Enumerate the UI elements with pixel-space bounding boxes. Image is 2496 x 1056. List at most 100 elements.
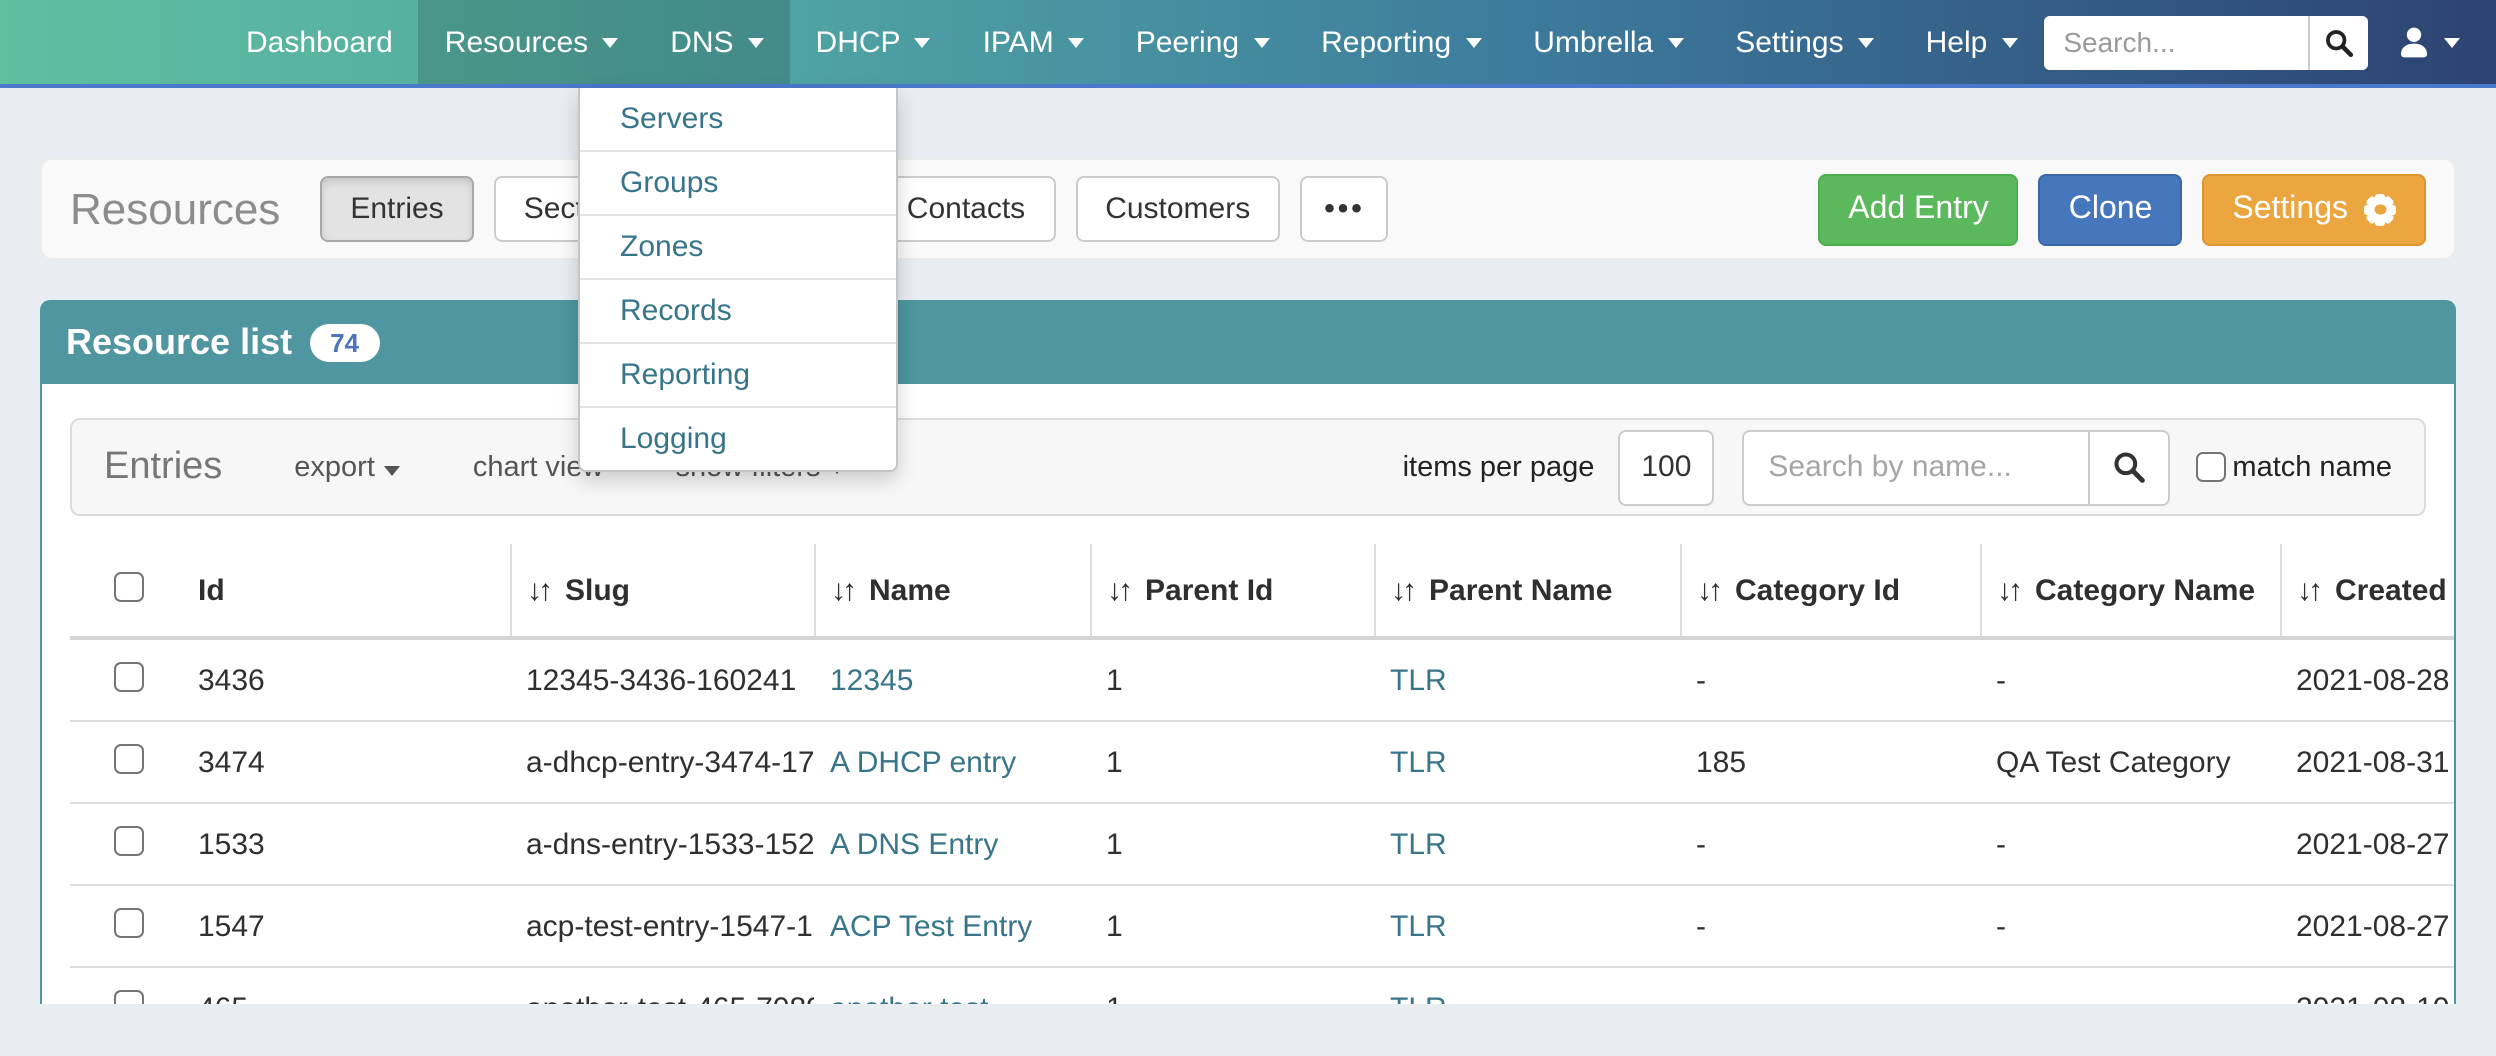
parent-name-link[interactable]: TLR — [1390, 909, 1447, 943]
row-checkbox[interactable] — [114, 661, 144, 691]
sort-icon: ↓↑ — [1107, 573, 1129, 607]
cell-id: 3474 — [182, 721, 510, 803]
app: Dashboard Resources DNS DHCP IPAM Peerin… — [0, 0, 2496, 1056]
entry-name-link[interactable]: 12345 — [830, 663, 913, 697]
column-header-parent-id[interactable]: ↓↑Parent Id — [1090, 544, 1374, 638]
dns-menu-item-records[interactable]: Records — [580, 280, 896, 344]
search-icon — [2112, 450, 2146, 484]
cell-id: 1533 — [182, 803, 510, 885]
nav-item-peering[interactable]: Peering — [1110, 0, 1295, 84]
nav-item-help[interactable]: Help — [1900, 0, 2044, 84]
row-checkbox[interactable] — [114, 743, 144, 773]
cell-category-id: - — [1680, 967, 1980, 1004]
dns-menu-item-logging[interactable]: Logging — [580, 408, 896, 470]
dns-menu-item-servers[interactable]: Servers — [580, 88, 896, 152]
user-menu[interactable] — [2396, 26, 2460, 58]
nav-item-umbrella[interactable]: Umbrella — [1507, 0, 1709, 84]
cell-created: 2021-08-28 00 — [2280, 638, 2456, 721]
cell-parent-id: 1 — [1090, 721, 1374, 803]
cell-created: 2021-08-10 17 — [2280, 967, 2456, 1004]
row-checkbox[interactable] — [114, 825, 144, 855]
navbar-search-input[interactable] — [2043, 15, 2307, 69]
column-header-category-name[interactable]: ↓↑Category Name — [1980, 544, 2280, 638]
list-heading: Entries — [104, 445, 222, 489]
list-controls: Entries export chart view show filters +… — [70, 418, 2426, 516]
nav-item-settings[interactable]: Settings — [1709, 0, 1899, 84]
nav-item-dhcp[interactable]: DHCP — [790, 0, 957, 84]
cell-created: 2021-08-27 01 — [2280, 885, 2456, 967]
navbar-search-button[interactable] — [2307, 15, 2368, 69]
count-badge: 74 — [310, 323, 379, 361]
caret-down-icon — [2444, 37, 2460, 47]
parent-name-link[interactable]: TLR — [1390, 827, 1447, 861]
entry-name-link[interactable]: another test — [830, 991, 988, 1004]
nav-item-resources[interactable]: Resources — [419, 0, 644, 84]
toolbar-actions: Add Entry Clone Settings — [1798, 173, 2426, 245]
dns-menu-item-groups[interactable]: Groups — [580, 152, 896, 216]
parent-name-link[interactable]: TLR — [1390, 745, 1447, 779]
match-name-label: match name — [2232, 451, 2392, 483]
export-dropdown[interactable]: export — [294, 451, 401, 483]
cell-created: 2021-08-31 18 — [2280, 721, 2456, 803]
column-header-name[interactable]: ↓↑Name — [814, 544, 1090, 638]
more-tabs-button[interactable]: ••• — [1300, 176, 1389, 242]
cell-category-name: - — [1980, 638, 2280, 721]
cell-slug: a-dns-entry-1533-152... — [510, 803, 814, 885]
cell-parent-id: 1 — [1090, 803, 1374, 885]
sort-icon: ↓↑ — [1391, 573, 1413, 607]
settings-button[interactable]: Settings — [2202, 173, 2426, 245]
dns-dropdown-menu: Servers Groups Zones Records Reporting L… — [578, 88, 898, 472]
dns-menu-item-zones[interactable]: Zones — [580, 216, 896, 280]
caret-down-icon — [748, 37, 764, 47]
page-title: Resources — [70, 183, 280, 235]
gear-icon — [2364, 193, 2396, 225]
nav-item-dns[interactable]: DNS — [644, 0, 789, 84]
column-header-parent-name[interactable]: ↓↑Parent Name — [1374, 544, 1680, 638]
nav-item-dashboard[interactable]: Dashboard — [220, 0, 419, 84]
cell-category-id: - — [1680, 638, 1980, 721]
table-row: 1547 acp-test-entry-1547-1... ACP Test E… — [70, 885, 2456, 967]
table-row: 465 another-test-465-70893 another test … — [70, 967, 2456, 1004]
name-search-button[interactable] — [2088, 431, 2168, 503]
dns-menu-item-reporting[interactable]: Reporting — [580, 344, 896, 408]
items-per-page-input[interactable] — [1618, 429, 1714, 505]
entry-name-link[interactable]: ACP Test Entry — [830, 909, 1032, 943]
page-toolbar: Resources Entries Sections Contacts Cust… — [40, 158, 2456, 260]
tab-customers[interactable]: Customers — [1075, 176, 1280, 242]
panel-header: Resource list 74 — [40, 300, 2456, 384]
nav-item-reporting[interactable]: Reporting — [1295, 0, 1507, 84]
entry-name-link[interactable]: A DNS Entry — [830, 827, 998, 861]
caret-down-icon — [385, 465, 401, 475]
row-checkbox[interactable] — [114, 907, 144, 937]
cell-slug: acp-test-entry-1547-1... — [510, 885, 814, 967]
parent-name-link[interactable]: TLR — [1390, 663, 1447, 697]
name-search-input[interactable] — [1744, 431, 2088, 503]
add-entry-button[interactable]: Add Entry — [1818, 173, 2019, 245]
clone-button[interactable]: Clone — [2039, 173, 2183, 245]
tab-entries[interactable]: Entries — [320, 176, 473, 242]
tab-contacts[interactable]: Contacts — [877, 176, 1055, 242]
match-name-checkbox[interactable] — [2196, 452, 2226, 482]
column-header-created[interactable]: ↓↑Created — [2280, 544, 2456, 638]
column-header-category-id[interactable]: ↓↑Category Id — [1680, 544, 1980, 638]
nav-item-ipam[interactable]: IPAM — [957, 0, 1110, 84]
row-checkbox[interactable] — [114, 989, 144, 1004]
caret-down-icon — [1667, 37, 1683, 47]
select-all-checkbox[interactable] — [114, 571, 144, 601]
cell-slug: 12345-3436-160241 — [510, 638, 814, 721]
parent-name-link[interactable]: TLR — [1390, 991, 1447, 1004]
entries-table: Id ↓↑Slug ↓↑Name ↓↑Parent Id ↓↑Parent Na… — [70, 544, 2456, 1004]
caret-down-icon — [915, 37, 931, 47]
column-header-slug[interactable]: ↓↑Slug — [510, 544, 814, 638]
entry-name-link[interactable]: A DHCP entry — [830, 745, 1016, 779]
navbar-search-group — [2043, 15, 2368, 69]
cell-parent-id: 1 — [1090, 638, 1374, 721]
cell-category-name: QA Test Category — [1980, 721, 2280, 803]
cell-category-name: - — [1980, 803, 2280, 885]
cell-id: 1547 — [182, 885, 510, 967]
resource-list-panel: Resource list 74 Entries export chart vi… — [40, 300, 2456, 1004]
cell-parent-id: 1 — [1090, 885, 1374, 967]
cell-slug: another-test-465-70893 — [510, 967, 814, 1004]
table-row: 3474 a-dhcp-entry-3474-17... A DHCP entr… — [70, 721, 2456, 803]
sort-icon: ↓↑ — [2297, 573, 2319, 607]
